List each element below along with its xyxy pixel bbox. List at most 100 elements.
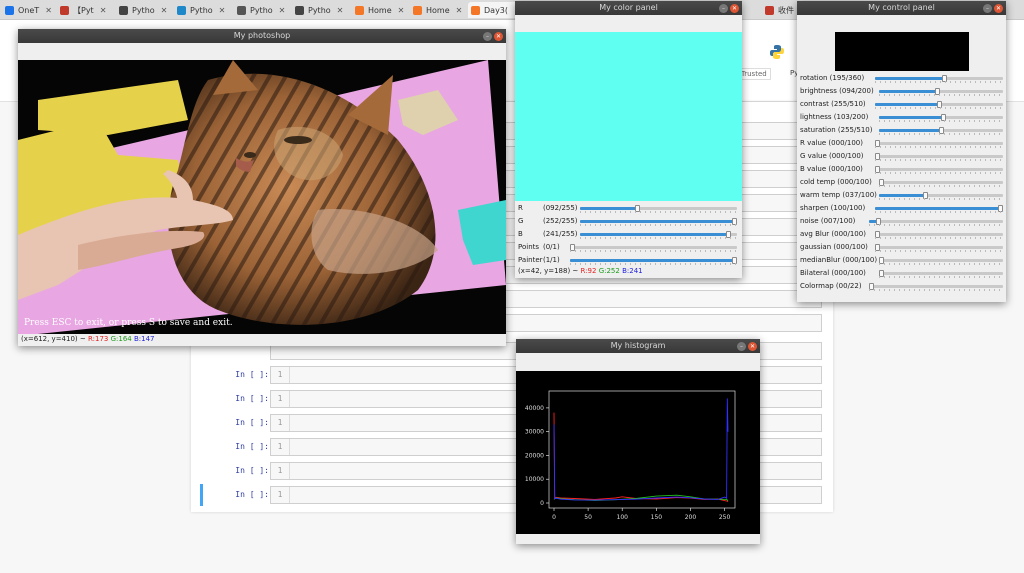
minimize-icon[interactable]: – (983, 4, 992, 13)
slider-fill (570, 259, 737, 262)
minimize-icon[interactable]: – (737, 342, 746, 351)
browser-tab[interactable]: Home ✕ (410, 2, 464, 18)
image-canvas[interactable]: Press ESC to exit, or press S to save an… (18, 60, 506, 334)
close-icon[interactable]: ✕ (161, 6, 168, 15)
slider-track[interactable] (869, 283, 1003, 290)
color-panel-window[interactable]: My color panel – ✕ R (092/255) G (252/255) B… (515, 1, 742, 278)
close-icon[interactable]: ✕ (100, 6, 107, 15)
slider-row[interactable]: avg Blur (000/100) (797, 227, 1006, 240)
slider-track[interactable] (879, 88, 1003, 95)
slider-row[interactable]: rotation (195/360) (797, 71, 1006, 84)
slider-track[interactable] (879, 257, 1003, 264)
slider-row[interactable]: medianBlur (000/100) (797, 253, 1006, 266)
slider-row[interactable]: Painter (1/1) (515, 253, 742, 266)
slider-track[interactable] (874, 75, 1003, 82)
slider-track[interactable] (570, 257, 737, 264)
close-icon[interactable]: ✕ (279, 6, 286, 15)
slider-track[interactable] (874, 205, 1003, 212)
browser-tab[interactable]: Home ✕ (352, 2, 406, 18)
slider-row[interactable]: Colormap (00/22) (797, 279, 1006, 292)
slider-track[interactable] (879, 179, 1003, 186)
slider-track[interactable] (879, 270, 1003, 277)
slider-row[interactable]: cold temp (000/100) (797, 175, 1006, 188)
cell-prompt: In [ ]: (235, 466, 269, 475)
slider-track[interactable] (874, 153, 1003, 160)
slider-track[interactable] (879, 192, 1003, 199)
browser-tab[interactable]: Pytho ✕ (116, 2, 170, 18)
cell-prompt: In [ ]: (235, 370, 269, 379)
slider-fill (879, 129, 941, 132)
slider-row[interactable]: brightness (094/200) (797, 84, 1006, 97)
close-icon[interactable]: ✕ (398, 6, 405, 15)
close-icon[interactable]: ✕ (748, 342, 757, 351)
slider-track[interactable] (580, 218, 737, 225)
slider-track[interactable] (879, 114, 1003, 121)
close-icon[interactable]: ✕ (730, 4, 739, 13)
slider-track[interactable] (570, 244, 737, 251)
slider-track[interactable] (879, 127, 1003, 134)
browser-tab[interactable]: Pytho ✕ (174, 2, 228, 18)
close-icon[interactable]: ✕ (337, 6, 344, 15)
slider-row[interactable]: B (241/255) (515, 227, 742, 240)
slider-row[interactable]: lightness (103/200) (797, 110, 1006, 123)
slider-ticks (879, 276, 1003, 278)
close-icon[interactable]: ✕ (219, 6, 226, 15)
slider-track[interactable] (874, 231, 1003, 238)
slider-value: (241/255) (543, 230, 578, 238)
slider-row[interactable]: R (092/255) (515, 201, 742, 214)
color-panel-titlebar[interactable]: My color panel – ✕ (515, 1, 742, 15)
line-number: 1 (271, 463, 290, 479)
slider-track[interactable] (874, 140, 1003, 147)
photoshop-titlebar[interactable]: My photoshop – ✕ (18, 29, 506, 43)
close-icon[interactable]: ✕ (45, 6, 52, 15)
slider-row[interactable]: saturation (255/510) (797, 123, 1006, 136)
control-panel-titlebar[interactable]: My control panel – ✕ (797, 1, 1006, 15)
slider-ticks (879, 185, 1003, 187)
slider-label: saturation (255/510) (800, 126, 873, 134)
slider-row[interactable]: B value (000/100) (797, 162, 1006, 175)
red-value: R:92 (580, 267, 597, 275)
histogram-titlebar[interactable]: My histogram – ✕ (516, 339, 760, 353)
slider-row[interactable]: contrast (255/510) (797, 97, 1006, 110)
slider-row[interactable]: gaussian (000/100) (797, 240, 1006, 253)
slider-track[interactable] (874, 244, 1003, 251)
x-tick-label: 200 (685, 514, 697, 521)
slider-track[interactable] (580, 205, 737, 212)
slider-track[interactable] (869, 218, 1003, 225)
slider-row[interactable]: noise (007/100) (797, 214, 1006, 227)
slider-row[interactable]: Points (0/1) (515, 240, 742, 253)
slider-row[interactable]: R value (000/100) (797, 136, 1006, 149)
slider-ticks (874, 250, 1003, 252)
histogram-window[interactable]: My histogram – ✕ 0 50 100 150 200 250 0 10000 20… (516, 339, 760, 544)
trusted-indicator[interactable]: Trusted (737, 68, 771, 80)
slider-label: B value (000/100) (800, 165, 863, 173)
tab-favicon (765, 5, 774, 15)
slider-row[interactable]: sharpen (100/100) (797, 201, 1006, 214)
browser-tab[interactable]: Pytho ✕ (292, 2, 346, 18)
control-panel-window[interactable]: My control panel – ✕ rotation (195/360) b… (797, 1, 1006, 302)
tab-favicon (471, 5, 480, 15)
slider-ticks (580, 224, 737, 226)
slider-label: contrast (255/510) (800, 100, 866, 108)
slider-row[interactable]: Bilateral (000/100) (797, 266, 1006, 279)
slider-row[interactable]: warm temp (037/100) (797, 188, 1006, 201)
slider-label: avg Blur (000/100) (800, 230, 866, 238)
tab-label: 【Pyt (73, 5, 94, 15)
close-icon[interactable]: ✕ (494, 32, 503, 41)
minimize-icon[interactable]: – (483, 32, 492, 41)
green-value: G:164 (110, 335, 132, 343)
browser-tab[interactable]: Day3(✕ (468, 2, 522, 18)
close-icon[interactable]: ✕ (456, 6, 463, 15)
color-swatch (515, 32, 742, 201)
slider-track[interactable] (874, 166, 1003, 173)
minimize-icon[interactable]: – (719, 4, 728, 13)
photoshop-window[interactable]: My photoshop – ✕ Press ESC to exit, or p… (18, 29, 506, 346)
browser-tab[interactable]: 【Pyt ✕ (57, 2, 111, 18)
browser-tab[interactable]: OneT ✕ (2, 2, 56, 18)
slider-row[interactable]: G value (000/100) (797, 149, 1006, 162)
slider-track[interactable] (874, 101, 1003, 108)
slider-row[interactable]: G (252/255) (515, 214, 742, 227)
slider-track[interactable] (580, 231, 737, 238)
close-icon[interactable]: ✕ (994, 4, 1003, 13)
browser-tab[interactable]: Pytho ✕ (234, 2, 288, 18)
